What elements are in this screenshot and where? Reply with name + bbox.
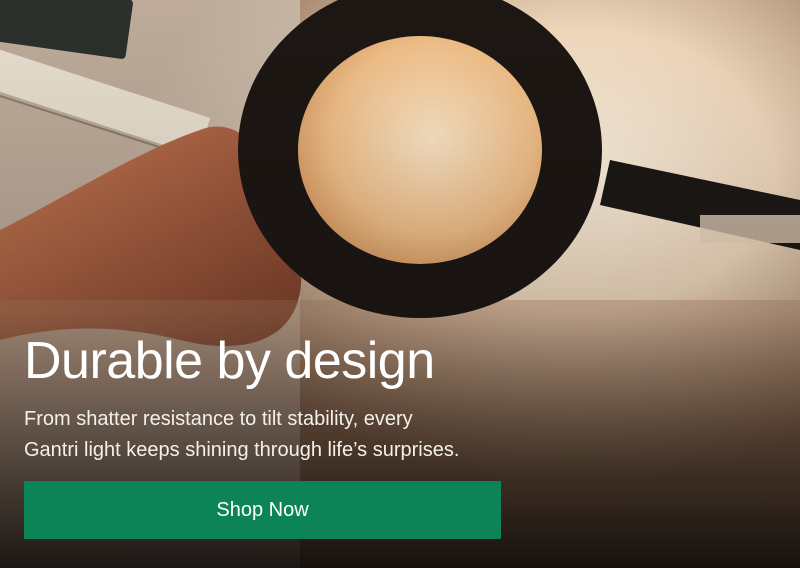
hero-subtitle-line-2: Gantri light keeps shining through life’… <box>24 439 460 461</box>
hero-banner: Durable by design From shatter resistanc… <box>0 0 800 568</box>
shop-now-button[interactable]: Shop Now <box>24 481 501 539</box>
hero-title: Durable by design <box>24 332 435 390</box>
hero-content: Durable by design From shatter resistanc… <box>24 330 584 466</box>
hero-subtitle-line-1: From shatter resistance to tilt stabilit… <box>24 408 413 430</box>
hero-subtitle: From shatter resistance to tilt stabilit… <box>24 404 584 466</box>
